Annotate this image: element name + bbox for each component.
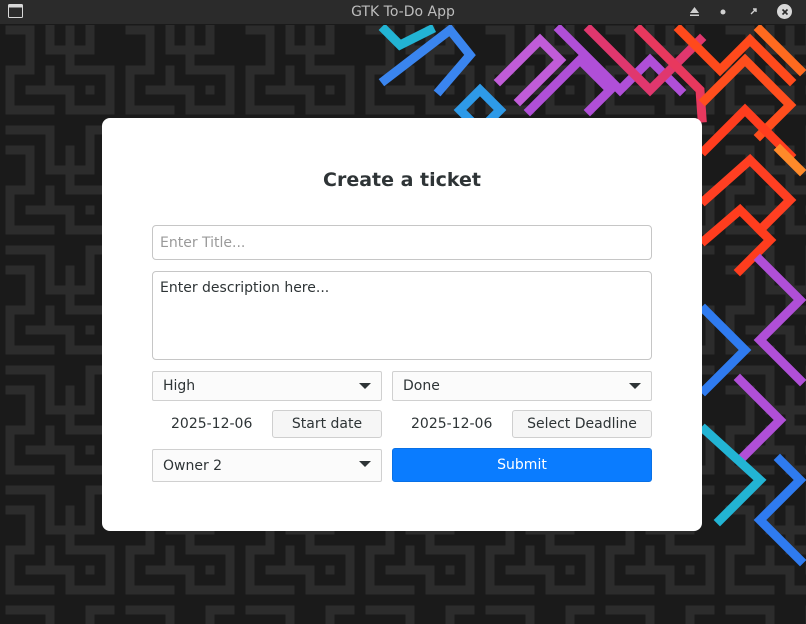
start-date-button-label: Start date (291, 416, 363, 432)
priority-dropdown[interactable]: High (152, 371, 382, 401)
keep-above-icon[interactable] (686, 3, 703, 20)
start-date-value: 2025-12-06 (171, 416, 253, 432)
submit-button-label: Submit (497, 457, 547, 473)
create-ticket-card: Create a ticket High Done 2025-12-06 Sta… (102, 118, 702, 531)
title-bar: GTK To-Do App (0, 0, 806, 25)
card-heading: Create a ticket (323, 169, 481, 191)
status-selected: Done (403, 378, 440, 394)
select-deadline-button[interactable]: Select Deadline (512, 410, 652, 438)
submit-button[interactable]: Submit (392, 448, 652, 482)
chevron-down-icon (359, 383, 371, 389)
close-icon[interactable] (776, 3, 793, 20)
status-dropdown[interactable]: Done (392, 371, 652, 401)
chevron-down-icon (629, 383, 641, 389)
select-deadline-button-label: Select Deadline (527, 416, 637, 432)
maximize-icon[interactable] (745, 3, 762, 20)
owner-selected: Owner 2 (163, 457, 223, 474)
deadline-value: 2025-12-06 (411, 416, 493, 432)
chevron-down-icon (359, 461, 371, 467)
priority-selected: High (163, 378, 196, 394)
owner-dropdown[interactable]: Owner 2 (152, 449, 382, 482)
start-date-button[interactable]: Start date (272, 410, 382, 438)
app-window: GTK To-Do App Create a ticket High Done (0, 0, 806, 624)
title-input[interactable] (152, 225, 652, 260)
description-input[interactable] (152, 271, 652, 360)
minimize-icon[interactable] (714, 3, 731, 20)
